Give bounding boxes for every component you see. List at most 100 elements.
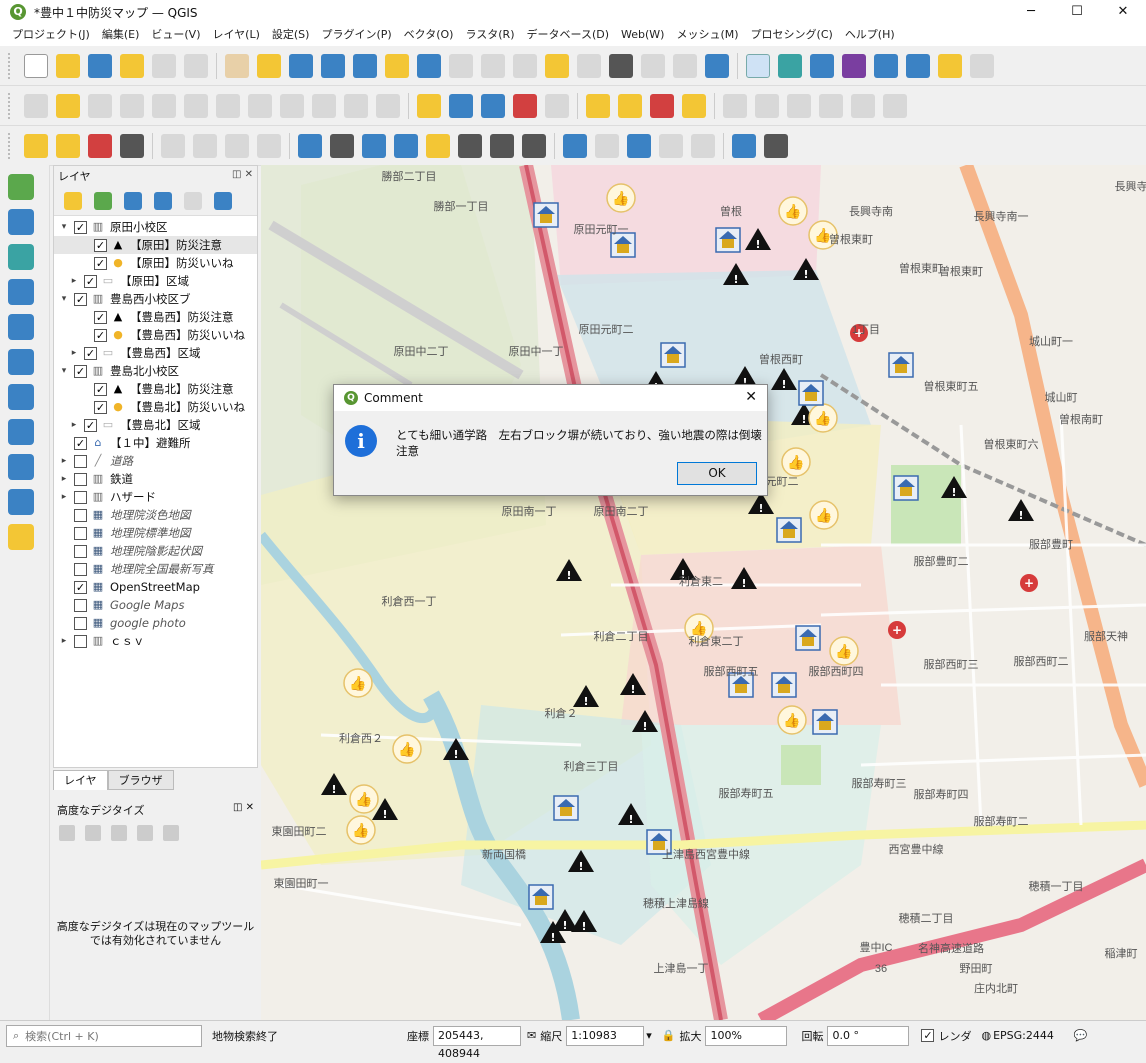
gear-extra-icon[interactable] [970, 54, 994, 78]
georeference-icon[interactable] [627, 134, 651, 158]
globe-icon[interactable]: ◍ [981, 1029, 991, 1042]
shelter-marker-icon[interactable] [777, 518, 801, 542]
coord-field[interactable]: 205443, 408944 [433, 1026, 521, 1046]
copy-icon[interactable] [280, 94, 304, 118]
add-ring-icon[interactable] [819, 94, 843, 118]
trace-icon[interactable] [225, 134, 249, 158]
expand-arrow-icon[interactable]: ▸ [68, 348, 80, 358]
digitize-tool-1-icon[interactable] [59, 825, 75, 841]
add-group-icon[interactable] [94, 192, 112, 210]
locator-search[interactable]: ⌕ 検索(Ctrl + K) [6, 1025, 202, 1047]
ok-button[interactable]: OK [677, 462, 757, 485]
select-by-value-icon[interactable] [618, 94, 642, 118]
save-project-icon[interactable] [88, 54, 112, 78]
deselect-all-icon[interactable] [88, 134, 112, 158]
add-vector-icon[interactable] [8, 174, 34, 200]
select-features-icon[interactable] [586, 94, 610, 118]
delete-icon[interactable] [216, 94, 240, 118]
layer-row[interactable]: ▦Google Maps [54, 596, 257, 614]
layer-checkbox[interactable] [74, 563, 87, 576]
expand-arrow-icon[interactable]: ▸ [58, 492, 70, 502]
layer-checkbox[interactable]: ✓ [94, 383, 107, 396]
zoom-out-icon[interactable] [321, 54, 345, 78]
layer-row[interactable]: ▸✓▭【豊島北】区域 [54, 416, 257, 434]
zoom-native-icon[interactable] [449, 54, 473, 78]
statistics-sigma-icon[interactable] [842, 54, 866, 78]
open-project-icon[interactable] [56, 54, 80, 78]
tab-browser[interactable]: ブラウザ [108, 770, 174, 790]
new-map-view-icon[interactable] [545, 54, 569, 78]
layer-row[interactable]: ▾✓▥豊島北小校区 [54, 362, 257, 380]
shelter-marker-icon[interactable] [529, 885, 553, 909]
shelter-marker-icon[interactable] [889, 353, 913, 377]
save-edits-icon[interactable] [88, 94, 112, 118]
zoom-last-icon[interactable] [481, 54, 505, 78]
layer-checkbox[interactable]: ✓ [84, 347, 97, 360]
add-raster-icon[interactable] [8, 209, 34, 235]
identify-icon[interactable] [746, 54, 770, 78]
thumbs-up-marker-icon[interactable]: 👍 [778, 706, 806, 734]
layer-checkbox[interactable] [74, 617, 87, 630]
add-mesh-icon[interactable] [8, 244, 34, 270]
pan-icon[interactable] [225, 54, 249, 78]
shelter-marker-icon[interactable] [716, 228, 740, 252]
new-project-icon[interactable] [24, 54, 48, 78]
lock-icon[interactable]: 🔒 [662, 1029, 676, 1042]
layer-row[interactable]: ✓●【原田】防災いいね [54, 254, 257, 272]
avoid-icon[interactable] [257, 134, 281, 158]
layer-row[interactable]: ▾✓▥豊島西小校区ブ [54, 290, 257, 308]
render-checkbox[interactable]: ✓ [921, 1029, 934, 1042]
layout-manager-icon[interactable] [184, 54, 208, 78]
layer-row[interactable]: ▦地理院全国最新写真 [54, 560, 257, 578]
paste-icon[interactable] [312, 94, 336, 118]
map-svg[interactable]: !!!!!!!!!!!!!!!!!!!!!!!!👍👍👍👍👍👍👍👍👍👍👍👍👍+++… [261, 165, 1146, 1020]
menu-item[interactable]: プロジェクト(J) [6, 24, 96, 46]
add-virtual-icon[interactable] [8, 349, 34, 375]
scale-dropdown-icon[interactable]: ▾ [646, 1029, 652, 1042]
add-wfs-icon[interactable] [8, 454, 34, 480]
layer-row[interactable]: ▸▥鉄道 [54, 470, 257, 488]
shelter-marker-icon[interactable] [796, 626, 820, 650]
menu-item[interactable]: データベース(D) [521, 24, 616, 46]
zoom-next-icon[interactable] [513, 54, 537, 78]
zoom-selection-icon[interactable] [385, 54, 409, 78]
layer-row[interactable]: ▸✓▭【原田】区域 [54, 272, 257, 290]
topology-icon[interactable] [193, 134, 217, 158]
layer-checkbox[interactable]: ✓ [74, 581, 87, 594]
bookmarks-icon[interactable] [641, 54, 665, 78]
pin-label-icon[interactable] [330, 134, 354, 158]
menu-item[interactable]: 設定(S) [266, 24, 316, 46]
settings-gear-icon[interactable] [810, 54, 834, 78]
menu-item[interactable]: ラスタ(R) [459, 24, 520, 46]
layer-checkbox[interactable] [74, 491, 87, 504]
advanced-digitize-icon[interactable] [723, 94, 747, 118]
show-hide-label-icon[interactable] [362, 134, 386, 158]
minimize-icon[interactable]: ─ [1008, 0, 1054, 24]
open-table-icon[interactable] [874, 54, 898, 78]
layer-row[interactable]: ▦地理院淡色地図 [54, 506, 257, 524]
shelter-marker-icon[interactable] [894, 476, 918, 500]
current-edits-icon[interactable] [24, 94, 48, 118]
annotation-icon[interactable] [563, 134, 587, 158]
expand-arrow-icon[interactable]: ▸ [58, 636, 70, 646]
menu-item[interactable]: プラグイン(P) [315, 24, 397, 46]
messages-icon[interactable]: 💬 [1074, 1029, 1088, 1042]
layer-row[interactable]: ✓●【豊島西】防災いいね [54, 326, 257, 344]
thumbs-up-marker-icon[interactable]: 👍 [810, 501, 838, 529]
plugin-clock-icon[interactable] [449, 94, 473, 118]
snap-icon[interactable] [161, 134, 185, 158]
toggle-editing-icon[interactable] [56, 94, 80, 118]
layer-checkbox[interactable]: ✓ [94, 401, 107, 414]
hospital-marker-icon[interactable]: + [1020, 574, 1038, 592]
redo-icon[interactable] [376, 94, 400, 118]
layer-checkbox[interactable]: ✓ [84, 419, 97, 432]
panel-float-close-icon[interactable]: ◫ ✕ [232, 169, 253, 180]
layer-row[interactable]: ▸✓▭【豊島西】区域 [54, 344, 257, 362]
zoom-layer-icon[interactable] [417, 54, 441, 78]
zoom-full-icon[interactable] [353, 54, 377, 78]
text-annotation-icon[interactable] [522, 134, 546, 158]
menu-item[interactable]: プロセシング(C) [745, 24, 839, 46]
move-icon[interactable] [659, 134, 683, 158]
shelter-marker-icon[interactable] [772, 673, 796, 697]
shelter-marker-icon[interactable] [813, 710, 837, 734]
